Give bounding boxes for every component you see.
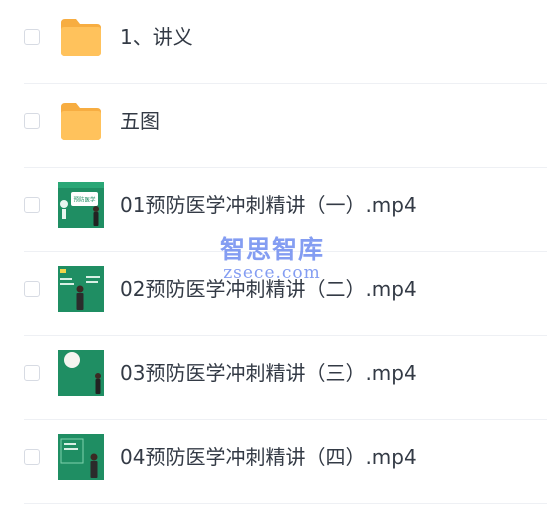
file-row-video[interactable]: 03预防医学冲刺精讲（三）.mp4 — [0, 336, 547, 420]
file-name[interactable]: 五图 — [120, 109, 160, 133]
folder-icon — [61, 103, 101, 140]
video-thumbnail — [58, 434, 104, 480]
file-name[interactable]: 04预防医学冲刺精讲（四）.mp4 — [120, 445, 417, 469]
row-checkbox[interactable] — [24, 113, 40, 129]
thumb-title: 预防医学 — [73, 196, 96, 204]
file-name[interactable]: 01预防医学冲刺精讲（一）.mp4 — [120, 193, 417, 217]
folder-icon — [61, 19, 101, 56]
row-checkbox[interactable] — [24, 29, 40, 45]
video-thumbnail — [58, 266, 104, 312]
video-thumbnail: 预防医学 — [58, 182, 104, 228]
file-row-folder[interactable]: 1、讲义 — [0, 0, 547, 84]
row-checkbox[interactable] — [24, 365, 40, 381]
file-row-video[interactable]: 02预防医学冲刺精讲（二）.mp4 — [0, 252, 547, 336]
file-name[interactable]: 03预防医学冲刺精讲（三）.mp4 — [120, 361, 417, 385]
row-checkbox[interactable] — [24, 281, 40, 297]
file-row-video[interactable]: 04预防医学冲刺精讲（四）.mp4 — [0, 420, 547, 504]
video-thumbnail — [58, 350, 104, 396]
row-divider — [24, 503, 547, 504]
file-list: 1、讲义 五图 预防医学 01预防医学冲刺精讲（一）.mp4 02预防医学冲刺精… — [0, 0, 547, 526]
row-checkbox[interactable] — [24, 449, 40, 465]
row-checkbox[interactable] — [24, 197, 40, 213]
file-name[interactable]: 1、讲义 — [120, 25, 193, 49]
file-name[interactable]: 02预防医学冲刺精讲（二）.mp4 — [120, 277, 417, 301]
file-row-folder[interactable]: 五图 — [0, 84, 547, 168]
file-row-video[interactable]: 预防医学 01预防医学冲刺精讲（一）.mp4 — [0, 168, 547, 252]
